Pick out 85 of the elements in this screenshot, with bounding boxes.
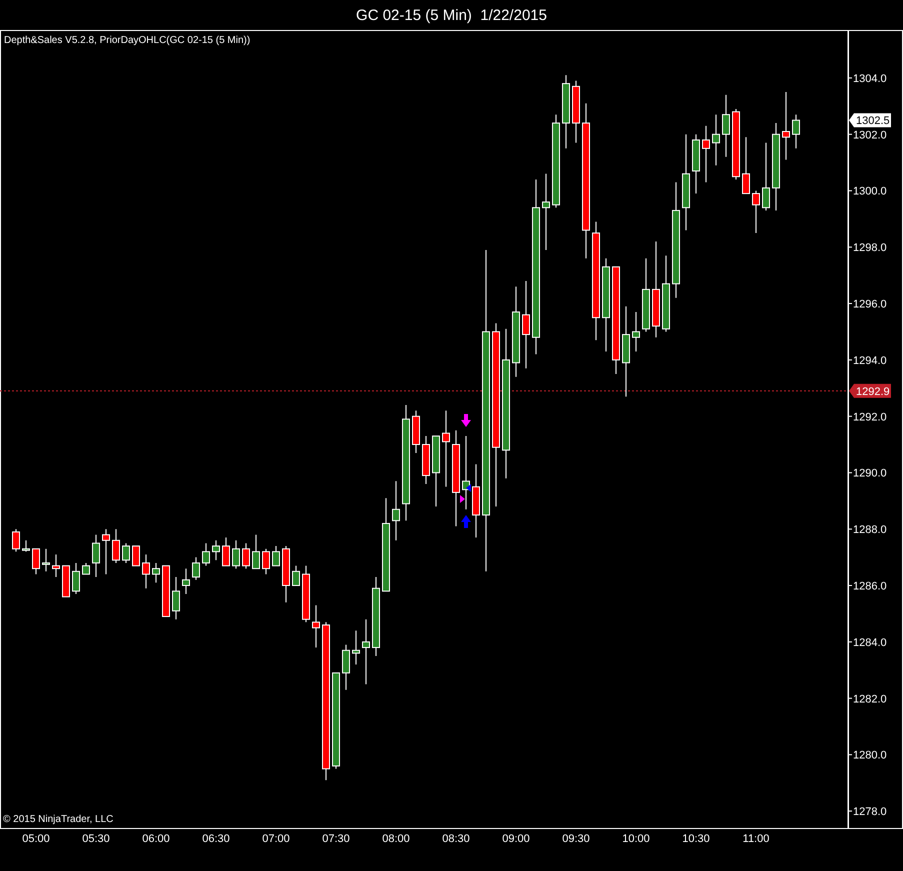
candlestick [252,534,260,570]
time-label: 08:30 [442,833,470,845]
time-label: 11:00 [742,833,770,845]
candlestick [752,190,760,234]
price-label: 1302.0 [853,129,887,142]
copyright-text: © 2015 NinjaTrader, LLC [3,814,114,825]
candlestick [292,565,300,586]
price-label: 1286.0 [853,580,887,592]
candlestick [272,546,280,566]
time-label: 09:30 [562,833,590,845]
candlestick [282,546,290,603]
candlestick [572,80,580,144]
price-label: 1278.0 [853,806,887,818]
time-label: 08:00 [382,833,410,845]
price-level-tag: 1292.9 [849,384,891,398]
candlestick [52,554,60,578]
candlestick [362,618,370,685]
price-label: 1304.0 [853,72,887,85]
candlestick [192,556,200,580]
price-label: 1288.0 [853,524,887,536]
candlestick [792,114,800,149]
candlestick [62,565,70,598]
time-label: 07:30 [322,833,350,845]
time-label: 05:30 [82,833,110,845]
price-label: 1292.0 [853,411,887,424]
price-label: 1282.0 [853,693,887,706]
price-label: 1294.0 [853,354,887,367]
indicator-label: Depth&Sales V5.2.8, PriorDayOHLC(GC 02-15 (5 Min)) [4,35,250,46]
candlestick [42,548,50,572]
candlestick [742,136,750,194]
price-label: 1290.0 [853,468,887,480]
price-label: 1298.0 [853,242,887,254]
candlestick [182,568,190,594]
candlestick [72,562,80,594]
time-label: 10:00 [622,833,650,845]
time-label: 06:30 [202,833,230,845]
candlestick [722,94,730,158]
price-label: 1296.0 [853,298,887,311]
price-label: 1300.0 [853,186,887,198]
candlestick [112,528,120,564]
time-label: 06:00 [142,833,170,845]
candlestick [432,436,440,508]
candlestick [712,114,720,166]
candlestick [172,576,180,620]
candlestick [762,142,770,211]
candlestick [32,548,40,575]
price-label: 1280.0 [853,750,887,762]
candlestick [132,546,140,566]
candlestick [142,554,150,589]
price-label: 1284.0 [853,636,887,649]
candlestick [702,125,710,183]
window-title: GC 02-15 (5 Min) 1/22/2015 [356,6,547,24]
time-label: 05:00 [22,833,50,845]
candlestick [102,528,110,575]
candlestick [412,410,420,454]
last-price-tag: 1302.5 [849,113,891,128]
candlestick [732,108,740,180]
candlestick [692,134,700,194]
time-label: 10:30 [682,833,710,845]
candlestick [312,604,320,648]
candlestick [212,540,220,561]
candlestick [82,562,90,575]
candlestick [232,540,240,570]
candlestick [242,542,250,570]
candlestick [352,630,360,665]
time-label: 07:00 [262,833,290,845]
ref-line-label: 1292.9 [856,386,890,398]
candlestick [12,528,20,552]
candlestick [422,436,430,484]
candlestick [632,311,640,352]
candlestick [162,565,170,618]
candlestick [122,542,130,564]
candlestick [262,548,270,575]
candlestick [22,540,30,552]
candlestick [782,92,790,160]
time-label: 09:00 [502,833,530,845]
candlestick [302,565,310,623]
candlestick [222,537,230,566]
candlestick [342,644,350,690]
down-arrow-icon [461,414,471,427]
candlestick [92,534,100,578]
candlestick [202,542,210,566]
candlestick [152,562,160,584]
up-arrow-icon [461,515,471,528]
candlestick [392,480,400,541]
